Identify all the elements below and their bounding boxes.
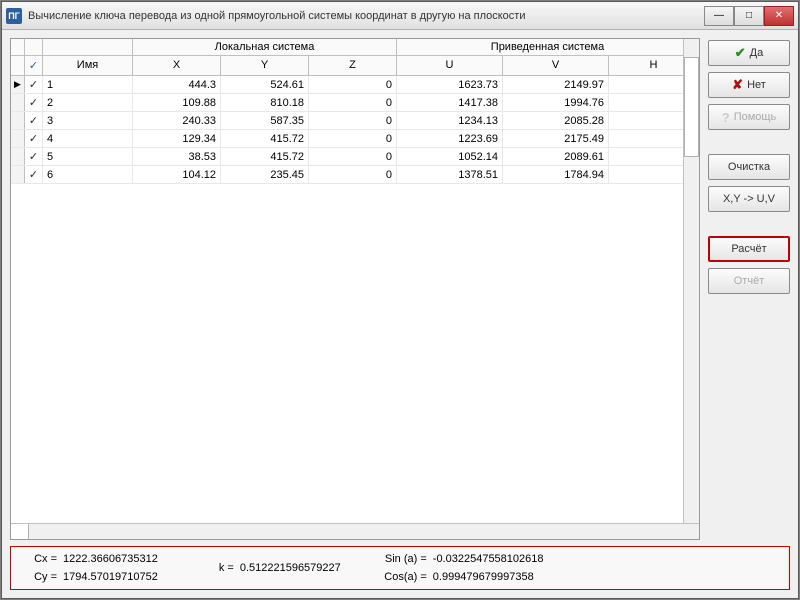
cell-x[interactable]: 104.12 bbox=[133, 166, 221, 183]
row-marker bbox=[11, 94, 25, 111]
cell-y[interactable]: 415.72 bbox=[221, 130, 309, 147]
report-button[interactable]: Отчёт bbox=[708, 268, 790, 294]
row-check[interactable]: ✓ bbox=[25, 166, 43, 183]
cy-value: 1794.57019710752 bbox=[63, 571, 158, 583]
data-grid: Локальная система Приведенная система ✓ … bbox=[10, 38, 700, 540]
cell-u[interactable]: 1052.14 bbox=[397, 148, 503, 165]
table-row[interactable]: ✓3240.33587.3501234.132085.280 bbox=[11, 112, 699, 130]
cell-v[interactable]: 2089.61 bbox=[503, 148, 609, 165]
cell-y[interactable]: 235.45 bbox=[221, 166, 309, 183]
table-row[interactable]: ✓6104.12235.4501378.511784.940 bbox=[11, 166, 699, 184]
yes-button[interactable]: ✔Да bbox=[708, 40, 790, 66]
row-marker bbox=[11, 112, 25, 129]
cell-name[interactable]: 6 bbox=[43, 166, 133, 183]
check-icon: ✔ bbox=[735, 45, 746, 61]
col-u[interactable]: U bbox=[397, 56, 503, 75]
cell-y[interactable]: 587.35 bbox=[221, 112, 309, 129]
col-z[interactable]: Z bbox=[309, 56, 397, 75]
app-window: ПГ Вычисление ключа перевода из одной пр… bbox=[1, 1, 799, 599]
no-button[interactable]: ✘Нет bbox=[708, 72, 790, 98]
cos-value: 0.999479679997358 bbox=[433, 571, 534, 583]
k-label: k = bbox=[198, 562, 234, 574]
sidebar: ✔Да ✘Нет ?Помощь Очистка X,Y -> U,V Расч… bbox=[708, 38, 790, 540]
window-title: Вычисление ключа перевода из одной прямо… bbox=[28, 10, 704, 22]
table-row[interactable]: ✓538.53415.7201052.142089.610 bbox=[11, 148, 699, 166]
cell-u[interactable]: 1223.69 bbox=[397, 130, 503, 147]
col-check[interactable]: ✓ bbox=[25, 56, 43, 75]
sin-value: -0.0322547558102618 bbox=[433, 553, 544, 565]
cell-z[interactable]: 0 bbox=[309, 112, 397, 129]
cell-x[interactable]: 38.53 bbox=[133, 148, 221, 165]
cell-v[interactable]: 2149.97 bbox=[503, 76, 609, 93]
sin-label: Sin (a) = bbox=[381, 553, 427, 565]
question-icon: ? bbox=[722, 110, 730, 125]
app-icon: ПГ bbox=[6, 8, 22, 24]
cell-y[interactable]: 524.61 bbox=[221, 76, 309, 93]
table-row[interactable]: ✓2109.88810.1801417.381994.760 bbox=[11, 94, 699, 112]
cell-x[interactable]: 109.88 bbox=[133, 94, 221, 111]
col-v[interactable]: V bbox=[503, 56, 609, 75]
row-check[interactable]: ✓ bbox=[25, 112, 43, 129]
horizontal-scrollbar[interactable] bbox=[11, 523, 699, 539]
table-row[interactable]: ✓4129.34415.7201223.692175.490 bbox=[11, 130, 699, 148]
col-x[interactable]: X bbox=[133, 56, 221, 75]
titlebar: ПГ Вычисление ключа перевода из одной пр… bbox=[2, 2, 798, 30]
close-button[interactable]: ✕ bbox=[764, 6, 794, 26]
row-marker bbox=[11, 148, 25, 165]
results-panel: Cx = 1222.36606735312 Cy = 1794.5701971075… bbox=[10, 546, 790, 590]
cell-x[interactable]: 129.34 bbox=[133, 130, 221, 147]
x-icon: ✘ bbox=[732, 77, 743, 93]
cell-y[interactable]: 415.72 bbox=[221, 148, 309, 165]
cell-x[interactable]: 240.33 bbox=[133, 112, 221, 129]
cell-y[interactable]: 810.18 bbox=[221, 94, 309, 111]
row-marker bbox=[11, 166, 25, 183]
cell-name[interactable]: 4 bbox=[43, 130, 133, 147]
cell-v[interactable]: 1784.94 bbox=[503, 166, 609, 183]
cell-name[interactable]: 5 bbox=[43, 148, 133, 165]
row-marker bbox=[11, 130, 25, 147]
minimize-button[interactable]: — bbox=[704, 6, 734, 26]
cell-v[interactable]: 2085.28 bbox=[503, 112, 609, 129]
maximize-button[interactable]: □ bbox=[734, 6, 764, 26]
cell-z[interactable]: 0 bbox=[309, 76, 397, 93]
cell-v[interactable]: 2175.49 bbox=[503, 130, 609, 147]
cell-z[interactable]: 0 bbox=[309, 130, 397, 147]
cell-v[interactable]: 1994.76 bbox=[503, 94, 609, 111]
col-name[interactable]: Имя bbox=[43, 56, 133, 75]
calc-button[interactable]: Расчёт bbox=[708, 236, 790, 262]
cx-value: 1222.36606735312 bbox=[63, 553, 158, 565]
cell-u[interactable]: 1623.73 bbox=[397, 76, 503, 93]
col-y[interactable]: Y bbox=[221, 56, 309, 75]
k-value: 0.512221596579227 bbox=[240, 562, 341, 574]
cell-z[interactable]: 0 bbox=[309, 148, 397, 165]
cell-z[interactable]: 0 bbox=[309, 94, 397, 111]
cell-x[interactable]: 444.3 bbox=[133, 76, 221, 93]
row-check[interactable]: ✓ bbox=[25, 130, 43, 147]
cy-label: Cy = bbox=[21, 571, 57, 583]
clear-button[interactable]: Очистка bbox=[708, 154, 790, 180]
row-marker: ▶ bbox=[11, 76, 25, 93]
cell-u[interactable]: 1234.13 bbox=[397, 112, 503, 129]
cx-label: Cx = bbox=[21, 553, 57, 565]
convert-button[interactable]: X,Y -> U,V bbox=[708, 186, 790, 212]
group-header-target: Приведенная система bbox=[397, 39, 699, 55]
cell-u[interactable]: 1378.51 bbox=[397, 166, 503, 183]
vertical-scrollbar[interactable] bbox=[683, 39, 699, 523]
cell-name[interactable]: 3 bbox=[43, 112, 133, 129]
cell-z[interactable]: 0 bbox=[309, 166, 397, 183]
cell-u[interactable]: 1417.38 bbox=[397, 94, 503, 111]
group-header-local: Локальная система bbox=[133, 39, 397, 55]
cell-name[interactable]: 1 bbox=[43, 76, 133, 93]
row-check[interactable]: ✓ bbox=[25, 148, 43, 165]
row-check[interactable]: ✓ bbox=[25, 76, 43, 93]
row-check[interactable]: ✓ bbox=[25, 94, 43, 111]
cos-label: Cos(a) = bbox=[381, 571, 427, 583]
table-row[interactable]: ▶✓1444.3524.6101623.732149.970 bbox=[11, 76, 699, 94]
help-button[interactable]: ?Помощь bbox=[708, 104, 790, 130]
cell-name[interactable]: 2 bbox=[43, 94, 133, 111]
